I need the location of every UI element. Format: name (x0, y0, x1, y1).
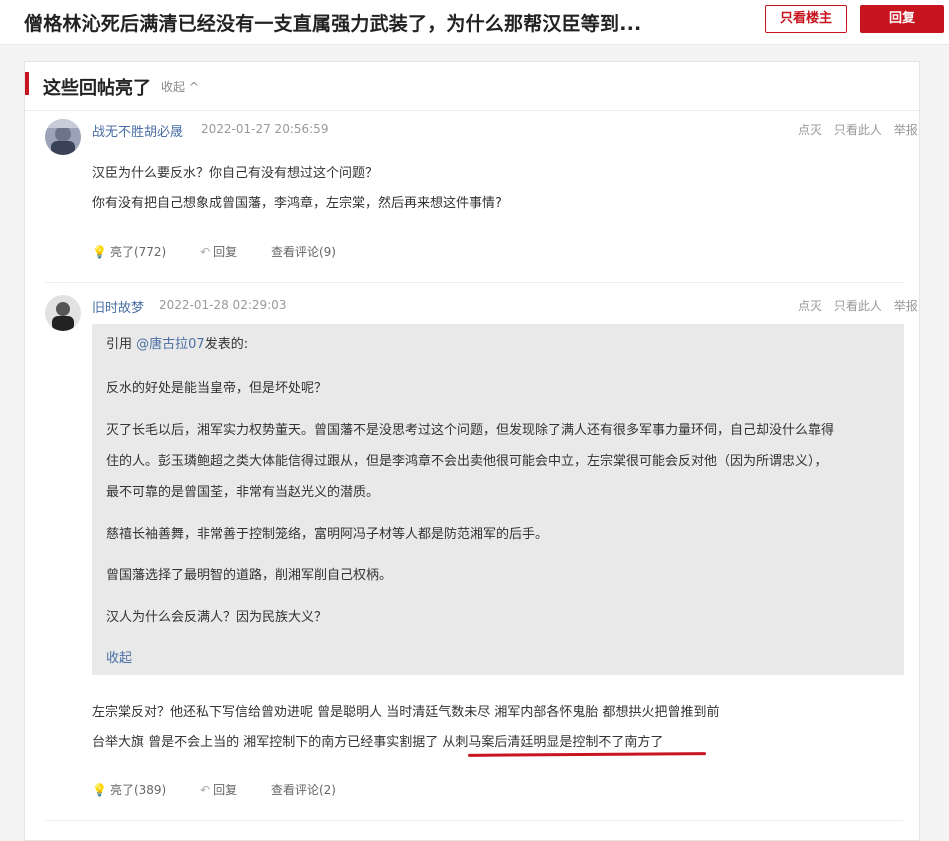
post-divider (45, 282, 903, 283)
quote-header: 引用 @唐古拉07发表的: (106, 337, 249, 352)
view-comments-link[interactable]: 查看评论(9) (271, 243, 336, 260)
dislike-link[interactable]: 点灭 (798, 299, 822, 313)
post-action-bar: 💡 亮了(389) ↶ 回复 查看评论(2) (92, 781, 366, 798)
lightbulb-icon: 💡 (92, 783, 107, 797)
reply-link[interactable]: ↶ 回复 (200, 781, 237, 798)
post-time: 2022-01-27 20:56:59 (201, 122, 329, 136)
reply-link[interactable]: ↶ 回复 (200, 243, 237, 260)
post-body-line: 台举大旗 曾是不会上当的 湘军控制下的南方已经事实割据了 从刺马案后清廷明显是控… (92, 735, 664, 750)
view-comments-link[interactable]: 查看评论(2) (271, 781, 336, 798)
reply-arrow-icon: ↶ (200, 783, 211, 797)
section-header: 这些回帖亮了 收起 ^ (25, 62, 919, 112)
username[interactable]: 旧时故梦 (92, 297, 144, 316)
avatar[interactable] (45, 295, 81, 331)
header-divider (25, 110, 919, 111)
post-body-line: 左宗棠反对？他还私下写信给曾劝进呢 曾是聪明人 当时清廷气数未尽 湘军内部各怀鬼… (92, 705, 720, 720)
reply-button[interactable]: 回复 (860, 5, 944, 33)
collapse-toggle[interactable]: 收起 ^ (161, 78, 199, 95)
lightbulb-icon: 💡 (92, 245, 107, 259)
light-button[interactable]: 💡 亮了(389) (92, 781, 166, 798)
quote-paragraph: 慈禧长袖善舞，非常善于控制笼络，富明阿冯子材等人都是防范湘军的后手。 (106, 527, 549, 542)
report-link[interactable]: 举报 (894, 299, 918, 313)
avatar[interactable] (45, 119, 81, 155)
quote-collapse-link[interactable]: 收起 (106, 647, 132, 666)
quote-paragraph: 曾国藩选择了最明智的道路，削湘军削自己权柄。 (106, 568, 393, 583)
quote-paragraph: 住的人。彭玉璘鲍超之类大体能信得过跟从，但是李鸿章不会出卖他很可能会中立，左宗棠… (106, 454, 828, 469)
section-accent-bar (25, 72, 29, 95)
reply-arrow-icon: ↶ (200, 245, 211, 259)
post-time: 2022-01-28 02:29:03 (159, 298, 287, 312)
post-body-line: 汉臣为什么要反水？你自己有没有想过这个问题？ (92, 166, 379, 181)
quote-paragraph: 灭了长毛以后，湘军实力权势董天。曾国藩不是没思考过这个问题，但发现除了满人还有很… (106, 423, 835, 438)
post-actions: 点灭 只看此人 举报 (790, 297, 918, 314)
post-divider (45, 820, 903, 821)
quote-paragraph: 最不可靠的是曾国荃，非常有当赵光义的潜质。 (106, 485, 380, 500)
only-op-button[interactable]: 只看楼主 (765, 5, 847, 33)
username[interactable]: 战无不胜胡必晟 (92, 121, 183, 140)
dislike-link[interactable]: 点灭 (798, 123, 822, 137)
only-this-user-link[interactable]: 只看此人 (834, 123, 882, 137)
post-body-line: 你有没有把自己想象成曾国藩，李鸿章，左宗棠，然后再来想这件事情? (92, 196, 502, 211)
page-title: 僧格林沁死后满清已经没有一支直属强力武装了，为什么那帮汉臣等到... (24, 13, 642, 35)
quote-paragraph: 汉人为什么会反满人？因为民族大义？ (106, 610, 328, 625)
quoted-user-link[interactable]: @唐古拉07 (136, 337, 205, 352)
post-actions: 点灭 只看此人 举报 (790, 121, 918, 138)
hot-replies-panel: 这些回帖亮了 收起 ^ 战无不胜胡必晟 2022-01-27 20:56:59 … (24, 61, 920, 841)
top-bar: 僧格林沁死后满清已经没有一支直属强力武装了，为什么那帮汉臣等到... 只看楼主 … (0, 0, 949, 45)
report-link[interactable]: 举报 (894, 123, 918, 137)
red-underline-annotation (467, 752, 707, 757)
section-title: 这些回帖亮了 (43, 78, 151, 99)
post-action-bar: 💡 亮了(772) ↶ 回复 查看评论(9) (92, 243, 366, 260)
quote-block: 引用 @唐古拉07发表的: 反水的好处是能当皇帝，但是坏处呢？ 灭了长毛以后，湘… (92, 324, 904, 675)
quote-paragraph: 反水的好处是能当皇帝，但是坏处呢？ (106, 381, 328, 396)
light-button[interactable]: 💡 亮了(772) (92, 243, 166, 260)
only-this-user-link[interactable]: 只看此人 (834, 299, 882, 313)
